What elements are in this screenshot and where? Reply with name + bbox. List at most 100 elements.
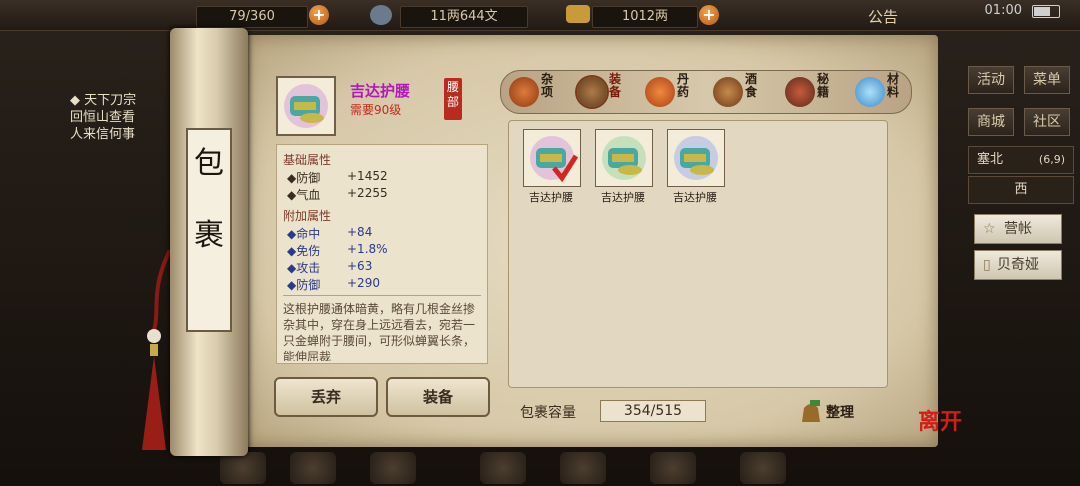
- item-slot-label: 腰部: [446, 80, 459, 109]
- item-name: 吉达护腰: [350, 82, 411, 100]
- belt-icon: [674, 136, 718, 180]
- top-bar: 79/360 + 11两644文 1012两 + 公告 01:00: [0, 0, 1080, 31]
- location-name: 塞北: [977, 152, 1004, 167]
- star-icon: ☆: [983, 221, 996, 237]
- belt-icon: [602, 136, 646, 180]
- equip-button[interactable]: 装备: [386, 377, 490, 417]
- crystal-icon: [855, 77, 885, 107]
- capacity-value: 354/515: [600, 400, 706, 422]
- attr-label: ◆防御: [287, 278, 321, 292]
- attr-value: +1452: [347, 169, 388, 183]
- npc-button[interactable]: ▯ 贝奇娅: [974, 250, 1062, 280]
- tab-materials[interactable]: 材料: [851, 73, 907, 111]
- tab-manuals[interactable]: 秘籍: [781, 73, 837, 111]
- nav-icon[interactable]: [560, 452, 606, 484]
- location-display: 塞北 (6,9): [968, 146, 1074, 174]
- attr-label: ◆攻击: [287, 261, 321, 275]
- tab-label: 酒食: [745, 72, 758, 99]
- community-button[interactable]: 社区: [1024, 108, 1070, 136]
- bottom-nav: [210, 446, 870, 486]
- book-icon: [785, 77, 815, 107]
- wine-jar-icon: [713, 77, 743, 107]
- person-icon: ▯: [983, 257, 991, 273]
- attr-label: ◆免伤: [287, 244, 321, 258]
- nav-icon[interactable]: [370, 452, 416, 484]
- inventory-slot[interactable]: [595, 129, 653, 187]
- category-tabs: 杂项 装备 丹药 酒食 秘籍 材料: [500, 70, 912, 114]
- sword-icon: [577, 77, 607, 107]
- sort-label: 整理: [826, 405, 854, 421]
- nav-icon[interactable]: [290, 452, 336, 484]
- quest-tracker[interactable]: ◆ 天下刀宗 回恒山查看 人来信何事: [70, 92, 136, 143]
- belt-icon: [530, 136, 579, 183]
- nav-icon[interactable]: [740, 452, 786, 484]
- tab-food[interactable]: 酒食: [709, 73, 765, 111]
- inventory-grid: 吉达护腰 吉达护腰 吉达护腰: [508, 120, 888, 388]
- mall-button[interactable]: 商城: [968, 108, 1014, 136]
- tab-equipment[interactable]: 装备: [573, 73, 629, 111]
- tab-misc[interactable]: 杂项: [505, 73, 561, 111]
- nav-icon[interactable]: [480, 452, 526, 484]
- gold-display: 1012两: [592, 6, 698, 28]
- clock: 01:00: [984, 3, 1022, 18]
- attr-value: +84: [347, 225, 373, 239]
- inventory-slot-label: 吉达护腰: [529, 191, 573, 204]
- attr-label: ◆命中: [287, 227, 321, 241]
- pot-icon: [509, 77, 539, 107]
- add-stamina-button[interactable]: +: [309, 5, 329, 25]
- battery-icon: [1032, 5, 1060, 18]
- item-icon: [276, 76, 336, 136]
- capacity-label: 包裹容量: [520, 405, 576, 421]
- stamina-display: 79/360: [196, 6, 308, 28]
- pill-icon: [645, 77, 675, 107]
- location-coords: (6,9): [1038, 153, 1065, 166]
- camp-button[interactable]: ☆ 营帐: [974, 214, 1062, 244]
- nav-icon[interactable]: [220, 452, 266, 484]
- nav-icon[interactable]: [650, 452, 696, 484]
- npc-label: 贝奇娅: [997, 257, 1039, 273]
- gold-icon: [566, 5, 590, 23]
- item-attributes-box[interactable]: 基础属性 ◆防御 +1452 ◆气血 +2255 附加属性 ◆命中 +84 ◆免…: [276, 144, 488, 364]
- quest-line: 人来信何事: [70, 127, 136, 142]
- discard-button[interactable]: 丢弃: [274, 377, 378, 417]
- add-gold-button[interactable]: +: [699, 5, 719, 25]
- menu-button[interactable]: 菜单: [1024, 66, 1070, 94]
- scroll-title: 包裹: [194, 146, 224, 253]
- activity-button[interactable]: 活动: [968, 66, 1014, 94]
- extra-attributes-header: 附加属性: [283, 209, 332, 223]
- item-slot-badge: 腰部: [444, 78, 462, 120]
- right-panel: 活动 菜单 商城 社区 塞北 (6,9) 西 ☆ 营帐 ▯ 贝奇娅: [958, 60, 1080, 486]
- tab-label: 杂项: [541, 72, 554, 99]
- tab-label: 秘籍: [817, 72, 830, 99]
- tab-label: 材料: [887, 72, 900, 99]
- camp-label: 营帐: [1004, 221, 1032, 237]
- attr-label: ◆气血: [287, 188, 321, 202]
- belt-icon: [284, 84, 328, 128]
- attr-label: ◆防御: [287, 171, 321, 185]
- silver-icon: [370, 5, 392, 25]
- bag-icon: [802, 400, 820, 422]
- inventory-slot[interactable]: [667, 129, 725, 187]
- minimap-strip[interactable]: 西: [968, 176, 1074, 204]
- notice-button[interactable]: 公告: [868, 6, 898, 27]
- divider: [283, 295, 481, 296]
- attr-value: +63: [347, 259, 373, 273]
- inventory-slot-label: 吉达护腰: [601, 191, 645, 204]
- quest-title: ◆ 天下刀宗: [70, 93, 137, 108]
- tab-label: 装备: [609, 72, 622, 99]
- leave-button[interactable]: 离开: [918, 404, 962, 436]
- tab-pills[interactable]: 丹药: [641, 73, 697, 111]
- attr-value: +2255: [347, 186, 388, 200]
- tab-label: 丹药: [677, 72, 690, 99]
- quest-line: 回恒山查看: [70, 110, 136, 125]
- sort-button[interactable]: 整理: [798, 398, 866, 424]
- item-level-requirement: 需要90级: [350, 103, 402, 117]
- tassel-decoration: [142, 250, 170, 450]
- attr-value: +290: [347, 276, 380, 290]
- inventory-slot[interactable]: [523, 129, 581, 187]
- silver-display: 11两644文: [400, 6, 528, 28]
- attr-value: +1.8%: [347, 242, 388, 256]
- inventory-slot-label: 吉达护腰: [673, 191, 717, 204]
- base-attributes-header: 基础属性: [283, 153, 332, 167]
- item-description: 这根护腰通体暗黄，略有几根金丝掺杂其中，穿在身上远远看去，宛若一只金蝉附于腰间，…: [283, 302, 476, 361]
